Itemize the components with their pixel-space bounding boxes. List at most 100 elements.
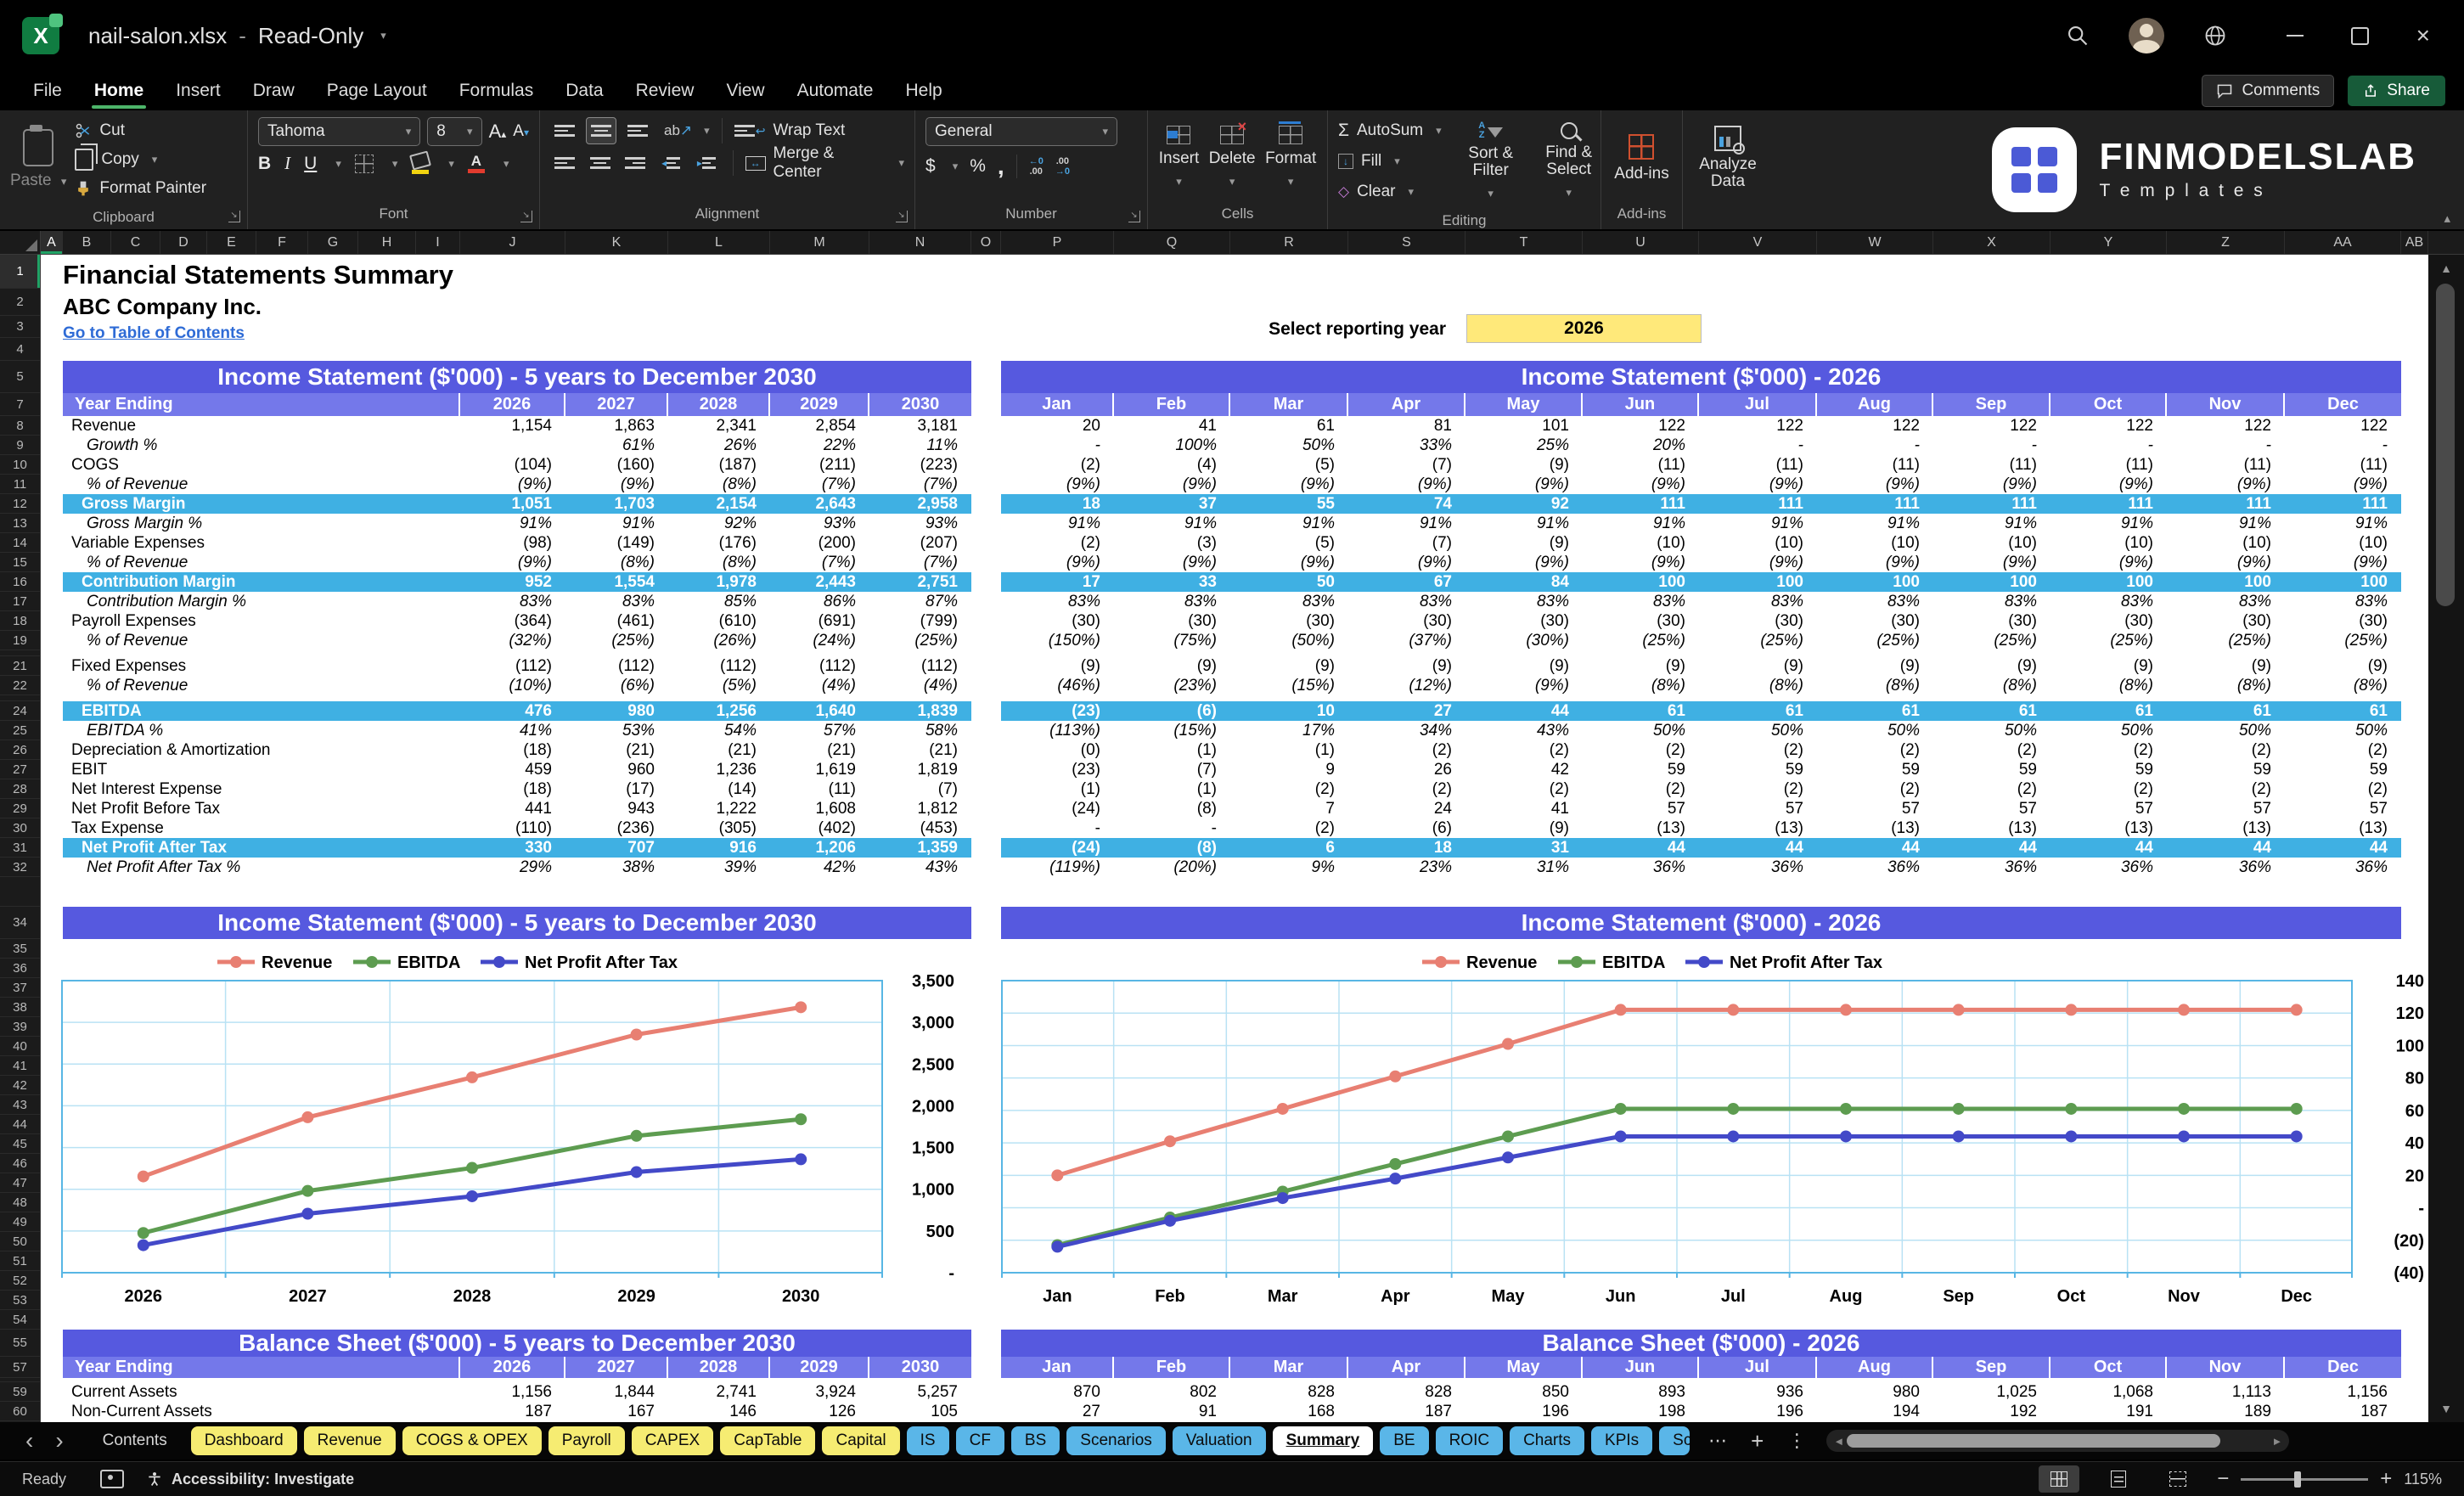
scroll-right-icon[interactable]: ►	[2271, 1435, 2282, 1448]
cell[interactable]: (9)	[1699, 656, 1817, 676]
cell[interactable]: 91%	[2285, 514, 2401, 533]
row-label-cell[interactable]: Fixed Expenses	[63, 656, 460, 676]
line-chart[interactable]: 3,5003,0002,5002,0001,5001,000500-202620…	[61, 947, 961, 1312]
cell[interactable]: 91%	[1699, 514, 1817, 533]
cell[interactable]: 1,113	[2167, 1382, 2285, 1402]
cell[interactable]: 61	[2285, 701, 2401, 721]
row-header-11[interactable]: 11	[0, 475, 40, 494]
cell[interactable]: 44	[1699, 838, 1817, 858]
cell[interactable]: (9%)	[1699, 553, 1817, 572]
cell[interactable]: 83%	[1817, 592, 1933, 611]
row-header-46[interactable]: 46	[0, 1154, 40, 1173]
cell[interactable]: -	[1001, 436, 1114, 455]
column-header-F[interactable]: F	[256, 231, 308, 254]
cell[interactable]: 122	[2285, 416, 2401, 436]
cell[interactable]: 44	[2051, 838, 2167, 858]
cell[interactable]: (6)	[1114, 701, 1230, 721]
cell[interactable]: 59	[1817, 760, 1933, 779]
cell[interactable]: (12%)	[1348, 676, 1465, 695]
cell[interactable]: (149)	[565, 533, 668, 553]
row-header-30[interactable]: 30	[0, 818, 40, 838]
close-button[interactable]: ×	[2416, 27, 2430, 44]
cell[interactable]: 943	[565, 799, 668, 818]
cell[interactable]: 1,703	[565, 494, 668, 514]
cell[interactable]: -	[2285, 436, 2401, 455]
cell[interactable]: (10)	[1933, 533, 2051, 553]
row-header-hidden[interactable]	[0, 877, 40, 907]
row-header-32[interactable]: 32	[0, 858, 40, 877]
cell[interactable]: 1,236	[668, 760, 770, 779]
cell[interactable]: 2,958	[869, 494, 971, 514]
maximize-button[interactable]	[2351, 27, 2369, 45]
menu-tab-formulas[interactable]: Formulas	[443, 71, 550, 110]
cell[interactable]: 27	[1348, 701, 1465, 721]
cell[interactable]: 50%	[1699, 721, 1817, 740]
cell[interactable]: 1,844	[565, 1382, 668, 1402]
row-header-42[interactable]: 42	[0, 1076, 40, 1095]
cell[interactable]: 91%	[565, 514, 668, 533]
worksheet[interactable]: Financial Statements Summary ABC Company…	[41, 255, 2428, 1422]
cell[interactable]: (50%)	[1230, 631, 1348, 650]
fill-button[interactable]: ↓Fill▾	[1338, 148, 1442, 175]
cell[interactable]: 29%	[460, 858, 565, 877]
horizontal-scroll-thumb[interactable]	[1847, 1434, 2220, 1448]
cell[interactable]: (2)	[2167, 779, 2285, 799]
cell[interactable]: (8%)	[668, 553, 770, 572]
decrease-indent-icon[interactable]: ◂	[656, 150, 685, 176]
row-header-2[interactable]: 2	[0, 289, 40, 316]
cell[interactable]: 59	[1933, 760, 2051, 779]
cell[interactable]: 31	[1465, 838, 1583, 858]
cell[interactable]: (112)	[460, 656, 565, 676]
cell[interactable]: (11)	[1699, 455, 1817, 475]
sheet-tab-payroll[interactable]: Payroll	[548, 1426, 625, 1455]
cell[interactable]: (8%)	[668, 475, 770, 494]
cell[interactable]: 707	[565, 838, 668, 858]
column-header-AB[interactable]: AB	[2401, 231, 2428, 254]
cell[interactable]: 61	[2167, 701, 2285, 721]
cell[interactable]: (2)	[2167, 740, 2285, 760]
cell[interactable]: (30)	[1699, 611, 1817, 631]
row-header-15[interactable]: 15	[0, 553, 40, 572]
cell[interactable]: 57	[2051, 799, 2167, 818]
row-header-47[interactable]: 47	[0, 1173, 40, 1193]
row-header-44[interactable]: 44	[0, 1115, 40, 1134]
cell[interactable]: (9%)	[1001, 475, 1114, 494]
cell[interactable]: 36%	[1817, 858, 1933, 877]
row-header-25[interactable]: 25	[0, 721, 40, 740]
cell[interactable]: 960	[565, 760, 668, 779]
cell[interactable]: (0)	[1001, 740, 1114, 760]
cell[interactable]: 59	[1699, 760, 1817, 779]
column-header-V[interactable]: V	[1699, 231, 1817, 254]
cell[interactable]: 187	[1348, 1402, 1465, 1421]
cell[interactable]: (1)	[1230, 740, 1348, 760]
cell[interactable]: 167	[565, 1402, 668, 1421]
cell[interactable]: (211)	[770, 455, 869, 475]
column-header-N[interactable]: N	[869, 231, 971, 254]
cell[interactable]: 83%	[1114, 592, 1230, 611]
row-header-5[interactable]: 5	[0, 361, 40, 393]
row-header-55[interactable]: 55	[0, 1330, 40, 1357]
autosum-button[interactable]: ΣAutoSum▾	[1338, 117, 1442, 144]
cell[interactable]: (799)	[869, 611, 971, 631]
cell[interactable]: 83%	[1465, 592, 1583, 611]
row-label-cell[interactable]: Growth %	[63, 436, 460, 455]
number-format-select[interactable]: General▾	[925, 117, 1117, 146]
cell[interactable]: (7%)	[869, 553, 971, 572]
cell[interactable]: 91%	[1114, 514, 1230, 533]
cell[interactable]: 122	[1583, 416, 1699, 436]
search-icon[interactable]	[2066, 24, 2090, 48]
sheet-tab-kpis[interactable]: KPIs	[1591, 1426, 1652, 1455]
zoom-out-button[interactable]: −	[2217, 1471, 2229, 1488]
cell[interactable]: 17	[1001, 572, 1114, 592]
cell[interactable]: 50%	[1817, 721, 1933, 740]
tab-scroll-left-icon[interactable]: ‹	[25, 1429, 33, 1453]
cell[interactable]: 122	[1699, 416, 1817, 436]
cell[interactable]: 91%	[1465, 514, 1583, 533]
cell[interactable]: (5%)	[668, 676, 770, 695]
column-header-K[interactable]: K	[565, 231, 668, 254]
row-label-cell[interactable]: % of Revenue	[63, 676, 460, 695]
cell[interactable]: (2)	[1583, 740, 1699, 760]
line-chart[interactable]: 14012010080604020-(20)(40)JanFebMarAprMa…	[1001, 947, 2428, 1312]
cell[interactable]: (236)	[565, 818, 668, 838]
column-header-Y[interactable]: Y	[2051, 231, 2167, 254]
